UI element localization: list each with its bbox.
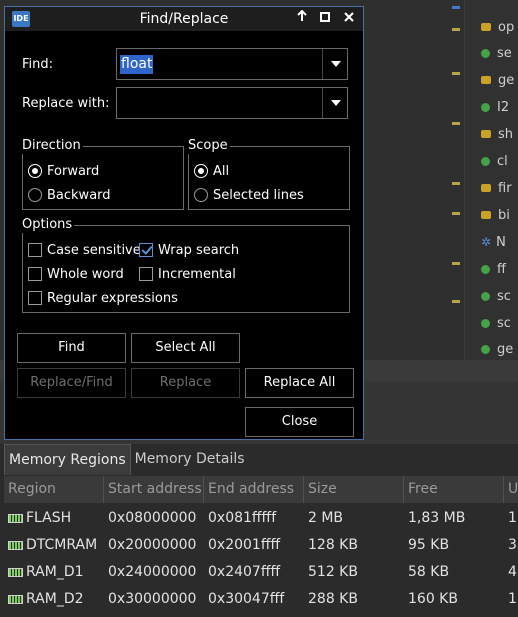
- outline-item[interactable]: bi: [481, 202, 510, 228]
- ruler-marker[interactable]: [452, 6, 460, 9]
- scope-title: Scope: [188, 138, 230, 154]
- column-header-start-address[interactable]: Start address: [104, 476, 204, 503]
- chevron-down-icon[interactable]: [331, 100, 341, 106]
- column-header-size[interactable]: Size: [304, 476, 404, 503]
- method-icon: [481, 344, 490, 354]
- ruler-marker[interactable]: [452, 212, 460, 215]
- checkbox-icon[interactable]: [28, 243, 42, 257]
- memory-tabs: Memory Regions Memory Details: [4, 444, 249, 475]
- options-group: Options Case sensitive Wrap search Whole…: [22, 217, 350, 313]
- column-header-region[interactable]: Region: [4, 476, 104, 503]
- incremental-checkbox[interactable]: Incremental: [139, 264, 236, 284]
- method-key-icon: [481, 76, 491, 84]
- arrow-up-icon[interactable]: [292, 9, 312, 29]
- replace-combobox[interactable]: [116, 87, 348, 119]
- whole-word-checkbox[interactable]: Whole word: [28, 264, 124, 284]
- outline-view: op se ge I2 sh cl fir bi ✲ N ff sc sc ge: [464, 0, 518, 360]
- all-radio[interactable]: All: [194, 161, 229, 181]
- options-title: Options: [22, 217, 75, 233]
- find-button[interactable]: Find: [17, 333, 126, 363]
- method-key-icon: [481, 130, 491, 138]
- find-input[interactable]: float: [120, 55, 154, 74]
- radio-icon[interactable]: [28, 188, 42, 202]
- outline-item[interactable]: cl: [481, 148, 508, 174]
- column-header-used[interactable]: U: [504, 476, 518, 503]
- memory-chip-icon: [8, 513, 23, 523]
- outline-item[interactable]: ge: [481, 67, 514, 93]
- chevron-down-icon[interactable]: [331, 61, 341, 67]
- checkbox-icon[interactable]: [28, 267, 42, 281]
- outline-item[interactable]: sh: [481, 121, 513, 147]
- forward-radio[interactable]: Forward: [28, 161, 99, 181]
- close-icon[interactable]: [339, 9, 359, 29]
- outline-item[interactable]: se: [481, 40, 512, 66]
- memory-chip-icon: [8, 594, 23, 604]
- table-header: Region Start address End address Size Fr…: [4, 476, 518, 503]
- radio-selected-icon[interactable]: [28, 164, 42, 178]
- memory-panel: Memory Regions Memory Details Region Sta…: [0, 444, 518, 617]
- memory-chip-icon: [8, 540, 23, 550]
- ruler-marker[interactable]: [452, 28, 460, 31]
- backward-radio[interactable]: Backward: [28, 185, 111, 205]
- outline-item[interactable]: fir: [481, 175, 512, 201]
- regular-expressions-checkbox[interactable]: Regular expressions: [28, 288, 178, 308]
- table-row[interactable]: RAM_D2 0x30000000 0x30047fff 288 KB 160 …: [4, 586, 518, 613]
- wrap-search-checkbox[interactable]: Wrap search: [139, 240, 239, 260]
- outline-item[interactable]: ge: [481, 336, 513, 362]
- memory-chip-icon: [8, 567, 23, 577]
- method-key-icon: [481, 211, 491, 219]
- ruler-marker[interactable]: [452, 72, 460, 75]
- method-icon: [481, 48, 490, 58]
- overview-ruler[interactable]: [448, 0, 464, 360]
- method-icon: [481, 156, 490, 166]
- find-label: Find:: [22, 57, 54, 72]
- selected-lines-radio[interactable]: Selected lines: [194, 185, 304, 205]
- column-header-end-address[interactable]: End address: [204, 476, 304, 503]
- method-key-icon: [481, 184, 491, 192]
- table-row[interactable]: FLASH 0x08000000 0x081fffff 2 MB 1,83 MB…: [4, 505, 518, 532]
- dialog-titlebar[interactable]: IDE Find/Replace: [5, 7, 363, 31]
- gear-icon: ✲: [481, 235, 492, 249]
- replace-all-button[interactable]: Replace All: [245, 368, 354, 398]
- radio-icon[interactable]: [194, 188, 208, 202]
- replace-find-button[interactable]: Replace/Find: [17, 368, 126, 398]
- tab-memory-details[interactable]: Memory Details: [131, 444, 249, 474]
- case-sensitive-checkbox[interactable]: Case sensitive: [28, 240, 141, 260]
- tab-memory-regions[interactable]: Memory Regions: [4, 444, 131, 475]
- ruler-marker[interactable]: [452, 300, 460, 303]
- close-button[interactable]: Close: [245, 407, 354, 437]
- direction-title: Direction: [22, 138, 83, 154]
- replace-button[interactable]: Replace: [131, 368, 240, 398]
- outline-item[interactable]: I2: [481, 94, 509, 120]
- method-icon: [481, 291, 490, 301]
- column-header-free[interactable]: Free: [404, 476, 504, 503]
- method-icon: [481, 264, 490, 274]
- outline-item[interactable]: op: [481, 14, 514, 40]
- outline-item[interactable]: ff: [481, 256, 506, 282]
- table-row[interactable]: DTCMRAM 0x20000000 0x2001ffff 128 KB 95 …: [4, 532, 518, 559]
- replace-input[interactable]: [120, 94, 122, 113]
- direction-group: Direction Forward Backward: [22, 138, 184, 210]
- outline-item[interactable]: sc: [481, 310, 511, 336]
- method-icon: [481, 318, 490, 328]
- select-all-button[interactable]: Select All: [131, 333, 240, 363]
- outline-item[interactable]: sc: [481, 283, 511, 309]
- method-icon: [481, 102, 490, 112]
- scope-group: Scope All Selected lines: [188, 138, 350, 210]
- find-replace-dialog: IDE Find/Replace Find: float Replace wit…: [4, 6, 364, 440]
- outline-item[interactable]: ✲ N: [481, 229, 506, 255]
- ruler-marker[interactable]: [452, 182, 460, 185]
- checkbox-icon[interactable]: [139, 267, 153, 281]
- radio-selected-icon[interactable]: [194, 164, 208, 178]
- checkbox-checked-icon[interactable]: [139, 243, 153, 257]
- method-key-icon: [481, 23, 491, 31]
- checkbox-icon[interactable]: [28, 291, 42, 305]
- find-combobox[interactable]: float: [116, 48, 348, 80]
- ruler-marker[interactable]: [452, 262, 460, 265]
- replace-label: Replace with:: [22, 96, 110, 111]
- ruler-marker[interactable]: [452, 122, 460, 125]
- table-row[interactable]: RAM_D1 0x24000000 0x2407ffff 512 KB 58 K…: [4, 559, 518, 586]
- maximize-icon[interactable]: [315, 9, 335, 29]
